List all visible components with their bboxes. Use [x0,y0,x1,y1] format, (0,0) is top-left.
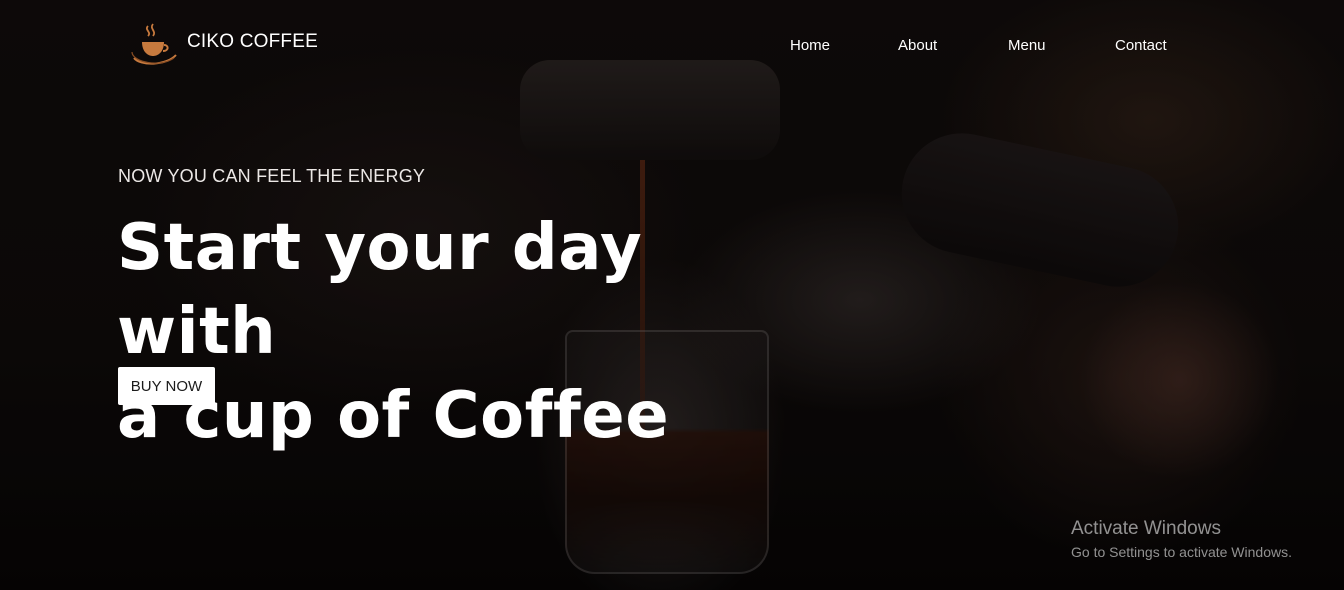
hero-tagline: NOW YOU CAN FEEL THE ENERGY [118,166,426,186]
watermark-subtitle: Go to Settings to activate Windows. [1071,544,1292,560]
nav-link-home[interactable]: Home [790,37,830,54]
hero-section: CIKO COFFEE Home About Menu Contact NOW … [0,0,1344,590]
watermark-title: Activate Windows [1071,518,1221,539]
nav-link-contact[interactable]: Contact [1115,37,1167,54]
nav-link-about[interactable]: About [898,37,937,54]
main-nav: Home About Menu Contact [0,37,1344,57]
buy-now-button[interactable]: BUY NOW [118,367,215,405]
activate-windows-watermark: Activate Windows Go to Settings to activ… [1071,518,1292,562]
hero-headline-line-1: Start your day with [117,211,643,369]
hero-headline: Start your day with a cup of Coffee [117,206,817,458]
nav-link-menu[interactable]: Menu [1008,37,1046,54]
site-header: CIKO COFFEE Home About Menu Contact [0,0,1344,90]
